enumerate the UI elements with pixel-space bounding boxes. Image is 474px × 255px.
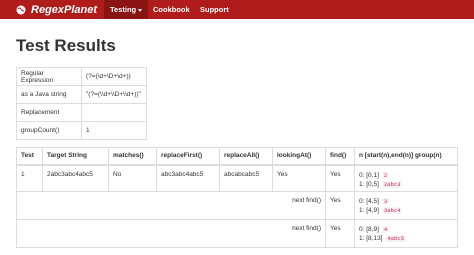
cell-matches: No — [108, 164, 157, 192]
info-row-replacement: Replacement — [16, 103, 147, 122]
group-line: 1: [8,13] 4abc5 — [359, 234, 453, 243]
group-range: 1: [8,13] — [359, 235, 383, 242]
group-badge: 2abc3 — [381, 180, 403, 188]
cell-replaceall: abcabcabc5 — [219, 164, 273, 192]
brand-name: RegexPlanet — [31, 3, 98, 16]
col-header-groups: n [start(n),end(n)] group(n) — [354, 147, 458, 166]
nav-support[interactable]: Support — [194, 0, 235, 19]
info-value: (?=(\d+\D+\d+)) — [81, 67, 147, 86]
cell-next-find-label: next find() — [16, 191, 326, 220]
cell-groups: 0: [8,9] 4 1: [8,13] 4abc5 — [354, 219, 458, 248]
col-header-replaceall: replaceAll() — [219, 147, 273, 166]
info-key: groupCount() — [16, 121, 82, 140]
results-header-row: Test Target String matches() replaceFirs… — [16, 147, 458, 166]
nav-cookbook-label: Cookbook — [153, 5, 190, 14]
cell-groups: 0: [0,1] 2 1: [0,5] 2abc3 — [354, 164, 458, 192]
group-badge: 3 — [381, 198, 390, 205]
cell-target: 2abc3abc4abc5 — [42, 164, 109, 192]
nav-testing[interactable]: Testing — [104, 0, 149, 19]
group-badge: 3abc4 — [381, 207, 403, 214]
col-header-matches: matches() — [108, 147, 157, 166]
caret-down-icon — [138, 8, 143, 12]
group-range: 0: [8,9] — [359, 226, 379, 233]
group-range: 1: [0,5] — [359, 180, 379, 188]
nav-testing-label: Testing — [110, 5, 137, 14]
info-key: as a Java string — [16, 85, 82, 104]
group-range: 1: [4,9] — [359, 207, 379, 214]
cell-find: Yes — [325, 191, 355, 220]
cell-lookingat: Yes — [272, 164, 326, 192]
cell-find: Yes — [325, 219, 355, 248]
info-value — [81, 103, 147, 122]
cell-test: 1 — [16, 164, 43, 192]
cell-next-find-label: next find() — [16, 219, 326, 248]
globe-icon — [16, 5, 26, 14]
info-row-regex: Regular Expression (?=(\d+\D+\d+)) — [16, 67, 147, 86]
group-line: 1: [4,9] 3abc4 — [359, 206, 453, 215]
col-header-target: Target String — [42, 147, 109, 166]
page-title: Test Results — [16, 36, 116, 55]
brand-link[interactable]: RegexPlanet — [16, 2, 97, 17]
col-header-test: Test — [16, 147, 43, 166]
info-key: Replacement — [16, 103, 82, 122]
results-table: Test Target String matches() replaceFirs… — [16, 147, 458, 248]
info-key: Regular Expression — [16, 67, 82, 86]
info-row-groupcount: groupCount() 1 — [16, 121, 147, 140]
group-badge: 2 — [381, 171, 390, 179]
group-line: 0: [4,5] 3 — [359, 197, 453, 206]
group-line: 1: [0,5] 2abc3 — [359, 180, 453, 189]
cell-find: Yes — [325, 164, 355, 192]
group-line: 0: [0,1] 2 — [359, 171, 453, 180]
info-value: "(?=(\\d+\\D+\\d+))" — [81, 85, 147, 104]
group-badge: 4abc5 — [385, 235, 407, 242]
cell-replacefirst: abc3abc4abc5 — [156, 164, 220, 192]
regex-info-table: Regular Expression (?=(\d+\D+\d+)) as a … — [16, 67, 147, 140]
table-row: next find() Yes 0: [8,9] 4 1: [8,13] 4abc5 — [16, 219, 458, 248]
group-badge: 4 — [381, 226, 390, 233]
table-row: next find() Yes 0: [4,5] 3 1: [4,9] 3abc4 — [16, 191, 458, 220]
nav-cookbook[interactable]: Cookbook — [147, 0, 196, 19]
col-header-find: find() — [325, 147, 355, 166]
col-header-replacefirst: replaceFirst() — [156, 147, 220, 166]
group-range: 0: [4,5] — [359, 198, 379, 205]
info-value: 1 — [81, 121, 147, 140]
col-header-lookingat: lookingAt() — [272, 147, 326, 166]
info-row-java-string: as a Java string "(?=(\\d+\\D+\\d+))" — [16, 85, 147, 104]
table-row: 1 2abc3abc4abc5 No abc3abc4abc5 abcabcab… — [16, 164, 458, 192]
group-line: 0: [8,9] 4 — [359, 225, 453, 234]
top-navbar: RegexPlanet Testing Cookbook Support — [0, 0, 474, 19]
cell-groups: 0: [4,5] 3 1: [4,9] 3abc4 — [354, 191, 458, 220]
group-range: 0: [0,1] — [359, 171, 379, 179]
nav-support-label: Support — [200, 5, 229, 14]
